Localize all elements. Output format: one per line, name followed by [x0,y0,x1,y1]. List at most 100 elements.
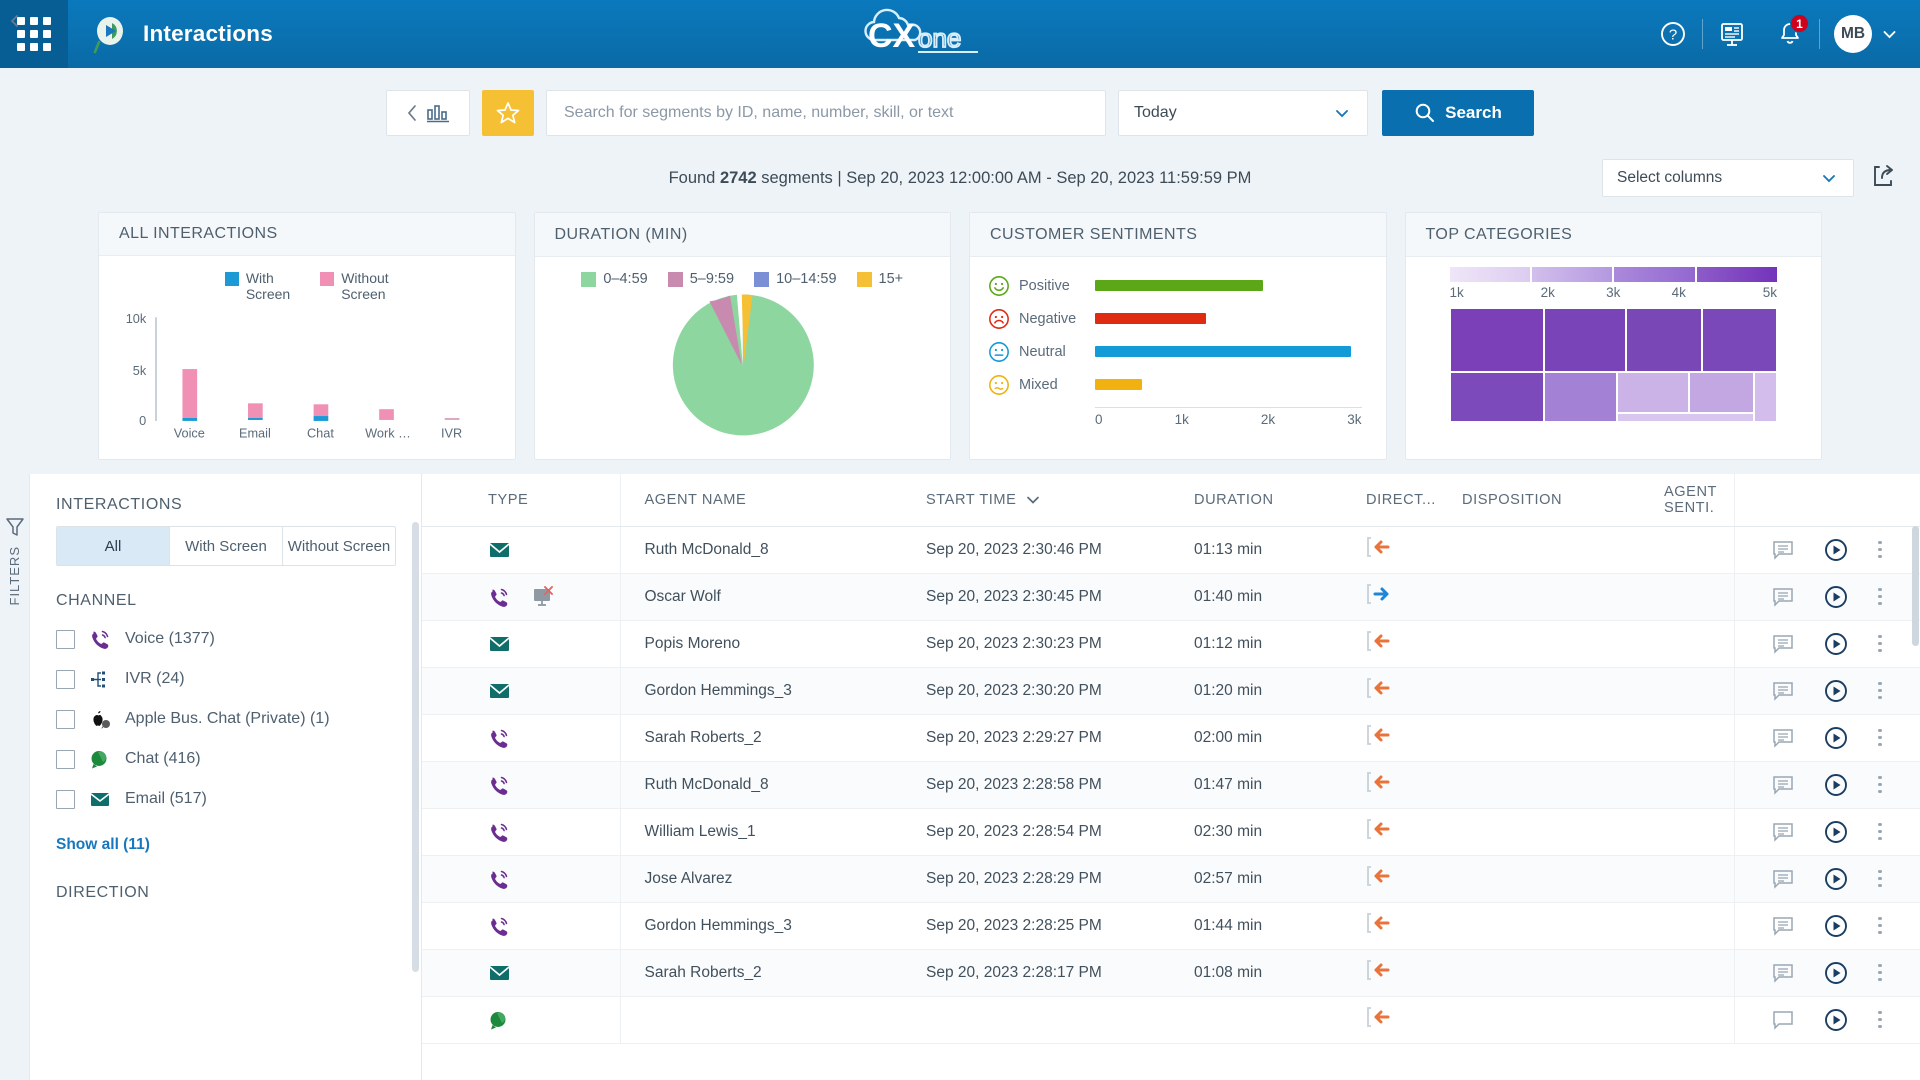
treemap-cell[interactable] [1688,371,1755,413]
table-row[interactable]: Gordon Hemmings_3 Sep 20, 2023 2:30:20 P… [422,667,1920,715]
table-row[interactable]: Sarah Roberts_2 Sep 20, 2023 2:29:27 PM … [422,714,1920,762]
column-header-start-time[interactable]: START TIME [926,474,1194,527]
kebab-more-icon[interactable] [1878,916,1883,935]
filter-channel-voice[interactable]: Voice (1377) [56,628,395,650]
cell-agent-sentiment [1664,620,1734,668]
transcript-comment-icon[interactable] [1772,728,1794,748]
show-all-channels-link[interactable]: Show all (11) [56,836,395,854]
treemap-cell[interactable] [1616,371,1689,413]
play-circle-icon[interactable] [1824,679,1848,703]
kebab-more-icon[interactable] [1878,728,1883,747]
export-share-icon [1874,164,1893,186]
column-header-duration[interactable]: DURATION [1194,474,1366,527]
column-header-type[interactable]: TYPE [422,474,621,527]
transcript-comment-icon[interactable] [1772,869,1794,889]
checkbox[interactable] [56,709,75,729]
filter-channel-chat[interactable]: Chat (416) [56,748,395,770]
app-launcher-button[interactable] [0,0,68,68]
play-circle-icon[interactable] [1824,961,1848,985]
treemap-cell[interactable] [1449,371,1545,422]
segment-all[interactable]: All [57,527,170,565]
column-header-direction[interactable]: DIRECT... [1366,474,1462,527]
table-row[interactable]: Jose Alvarez Sep 20, 2023 2:28:29 PM 02:… [422,855,1920,903]
transcript-comment-icon[interactable] [1772,681,1794,701]
table-scrollbar[interactable] [1912,526,1919,646]
filter-channel-email[interactable]: Email (517) [56,788,395,810]
checkbox[interactable] [56,669,75,689]
transcript-comment-icon[interactable] [1772,1010,1794,1030]
play-circle-icon[interactable] [1824,820,1848,844]
filters-rail: FILTERS [0,15,30,1080]
search-button[interactable]: Search [1382,90,1534,136]
help-button[interactable]: ? [1644,0,1702,68]
filter-channel-ivr[interactable]: IVR (24) [56,668,395,690]
cell-agent-name: Ruth McDonald_8 [620,761,926,809]
user-menu[interactable]: MB [1834,15,1898,53]
collapse-filters-button[interactable] [9,14,20,33]
column-header-disposition[interactable]: DISPOSITION [1462,474,1664,527]
analytics-toggle-button[interactable] [386,90,470,136]
interactions-segment-control: All With Screen Without Screen [56,526,396,566]
play-circle-icon[interactable] [1824,867,1848,891]
play-circle-icon[interactable] [1824,726,1848,750]
transcript-comment-icon[interactable] [1772,540,1794,560]
kebab-more-icon[interactable] [1878,634,1883,653]
segment-without-screen[interactable]: Without Screen [283,527,395,565]
treemap-cell[interactable] [1449,308,1545,372]
table-row[interactable] [422,996,1920,1044]
dashboard-button[interactable] [1703,0,1761,68]
treemap-cell[interactable] [1626,308,1702,372]
checkbox[interactable] [56,789,75,809]
favorites-button[interactable] [482,90,534,136]
treemap-cell[interactable] [1544,308,1627,372]
table-row[interactable]: Oscar Wolf Sep 20, 2023 2:30:45 PM 01:40… [422,573,1920,621]
transcript-comment-icon[interactable] [1772,916,1794,936]
checkbox[interactable] [56,629,75,649]
kebab-more-icon[interactable] [1878,681,1883,700]
axis-tick: 1k [1174,412,1189,427]
select-columns-dropdown[interactable]: Select columns [1602,159,1854,197]
column-header-agent-name[interactable]: AGENT NAME [620,474,926,527]
table-row[interactable]: William Lewis_1 Sep 20, 2023 2:28:54 PM … [422,808,1920,856]
export-button[interactable] [1870,163,1896,194]
kebab-more-icon[interactable] [1878,587,1883,606]
treemap-cell[interactable] [1701,308,1777,372]
checkbox[interactable] [56,749,75,769]
table-row[interactable]: Ruth McDonald_8 Sep 20, 2023 2:28:58 PM … [422,761,1920,809]
play-circle-icon[interactable] [1824,632,1848,656]
transcript-comment-icon[interactable] [1772,587,1794,607]
kebab-more-icon[interactable] [1878,540,1883,559]
kebab-more-icon[interactable] [1878,963,1883,982]
table-row[interactable]: Gordon Hemmings_3 Sep 20, 2023 2:28:25 P… [422,902,1920,950]
column-header-agent-sentiment[interactable]: AGENT SENTI. [1664,474,1734,527]
transcript-comment-icon[interactable] [1772,775,1794,795]
play-circle-icon[interactable] [1824,773,1848,797]
cell-agent-sentiment [1664,667,1734,715]
search-input[interactable] [546,90,1106,136]
dashboard-widgets: ALL INTERACTIONS With Screen Without Scree… [0,204,1920,474]
table-row[interactable]: Ruth McDonald_8 Sep 20, 2023 2:30:46 PM … [422,526,1920,574]
channel-label: Email (517) [125,790,207,807]
play-circle-icon[interactable] [1824,538,1848,562]
table-row[interactable]: Sarah Roberts_2 Sep 20, 2023 2:28:17 PM … [422,949,1920,997]
segment-with-screen[interactable]: With Screen [170,527,283,565]
kebab-more-icon[interactable] [1878,822,1883,841]
play-circle-icon[interactable] [1824,914,1848,938]
transcript-comment-icon[interactable] [1772,963,1794,983]
treemap-cell[interactable] [1544,371,1617,422]
treemap-cell[interactable] [1616,412,1755,422]
kebab-more-icon[interactable] [1878,775,1883,794]
date-range-select[interactable]: Today [1118,90,1368,136]
kebab-more-icon[interactable] [1878,1010,1883,1029]
treemap-cell[interactable] [1754,371,1777,422]
play-circle-icon[interactable] [1824,585,1848,609]
transcript-comment-icon[interactable] [1772,634,1794,654]
sidebar-scrollbar[interactable] [412,522,419,972]
notifications-button[interactable]: 1 [1761,0,1819,68]
filter-channel-apple-chat[interactable]: Apple Bus. Chat (Private) (1) [56,708,395,730]
kebab-more-icon[interactable] [1878,869,1883,888]
table-row[interactable]: Popis Moreno Sep 20, 2023 2:30:23 PM 01:… [422,620,1920,668]
cell-actions [1733,620,1920,668]
transcript-comment-icon[interactable] [1772,822,1794,842]
play-circle-icon[interactable] [1824,1008,1848,1032]
